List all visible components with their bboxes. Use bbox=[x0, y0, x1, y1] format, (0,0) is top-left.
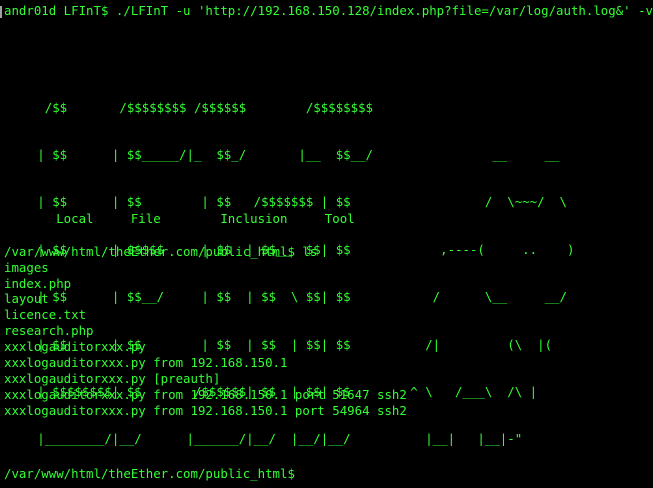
output-line: xxxlogauditorxxx.py from 192.168.150.1 p… bbox=[4, 387, 407, 402]
banner-line: | $$ | $$_____/|_ $$_/ |__ $$__/ __ __ bbox=[0, 146, 560, 162]
banner-caption: Local File Inclusion Tool bbox=[4, 211, 355, 226]
banner-line: | $$ | $$ | $$ /$$$$$$$ | $$ / \~~~/ \ bbox=[0, 194, 567, 210]
prompt-current[interactable]: /var/www/html/theEther.com/public_html$ bbox=[4, 466, 295, 482]
command-line: andr01d LFInT$ ./LFInT -u 'http://192.16… bbox=[4, 3, 653, 18]
terminal-window[interactable]: andr01d LFInT$ ./LFInT -u 'http://192.16… bbox=[0, 0, 653, 488]
text-caret bbox=[0, 6, 2, 18]
output-line: layout bbox=[4, 291, 49, 306]
banner-line: /$$ /$$$$$$$$ /$$$$$$ /$$$$$$$$ bbox=[0, 99, 373, 115]
output-line: images bbox=[4, 260, 49, 275]
prompt-ls: /var/www/html/theEther.com/public_html$ … bbox=[4, 244, 318, 259]
output-line: research.php bbox=[4, 323, 94, 338]
output-line: licence.txt bbox=[4, 307, 87, 322]
output-line: xxxlogauditorxxx.py [preauth] bbox=[4, 371, 221, 386]
banner-line: | $$ | $$__/ | $$ | $$ \ $$| $$ / \__ __… bbox=[0, 289, 567, 305]
output-line: index.php bbox=[4, 276, 72, 291]
banner-line: |________/|__/ |______/|__/ |__/|__/ |__… bbox=[0, 431, 523, 447]
output-line: xxxlogauditorxxx.py from 192.168.150.1 bbox=[4, 355, 288, 370]
output-line: xxxlogauditorxxx.py from 192.168.150.1 p… bbox=[4, 403, 407, 418]
output-line: xxxlogauditorxxx.py bbox=[4, 339, 146, 354]
